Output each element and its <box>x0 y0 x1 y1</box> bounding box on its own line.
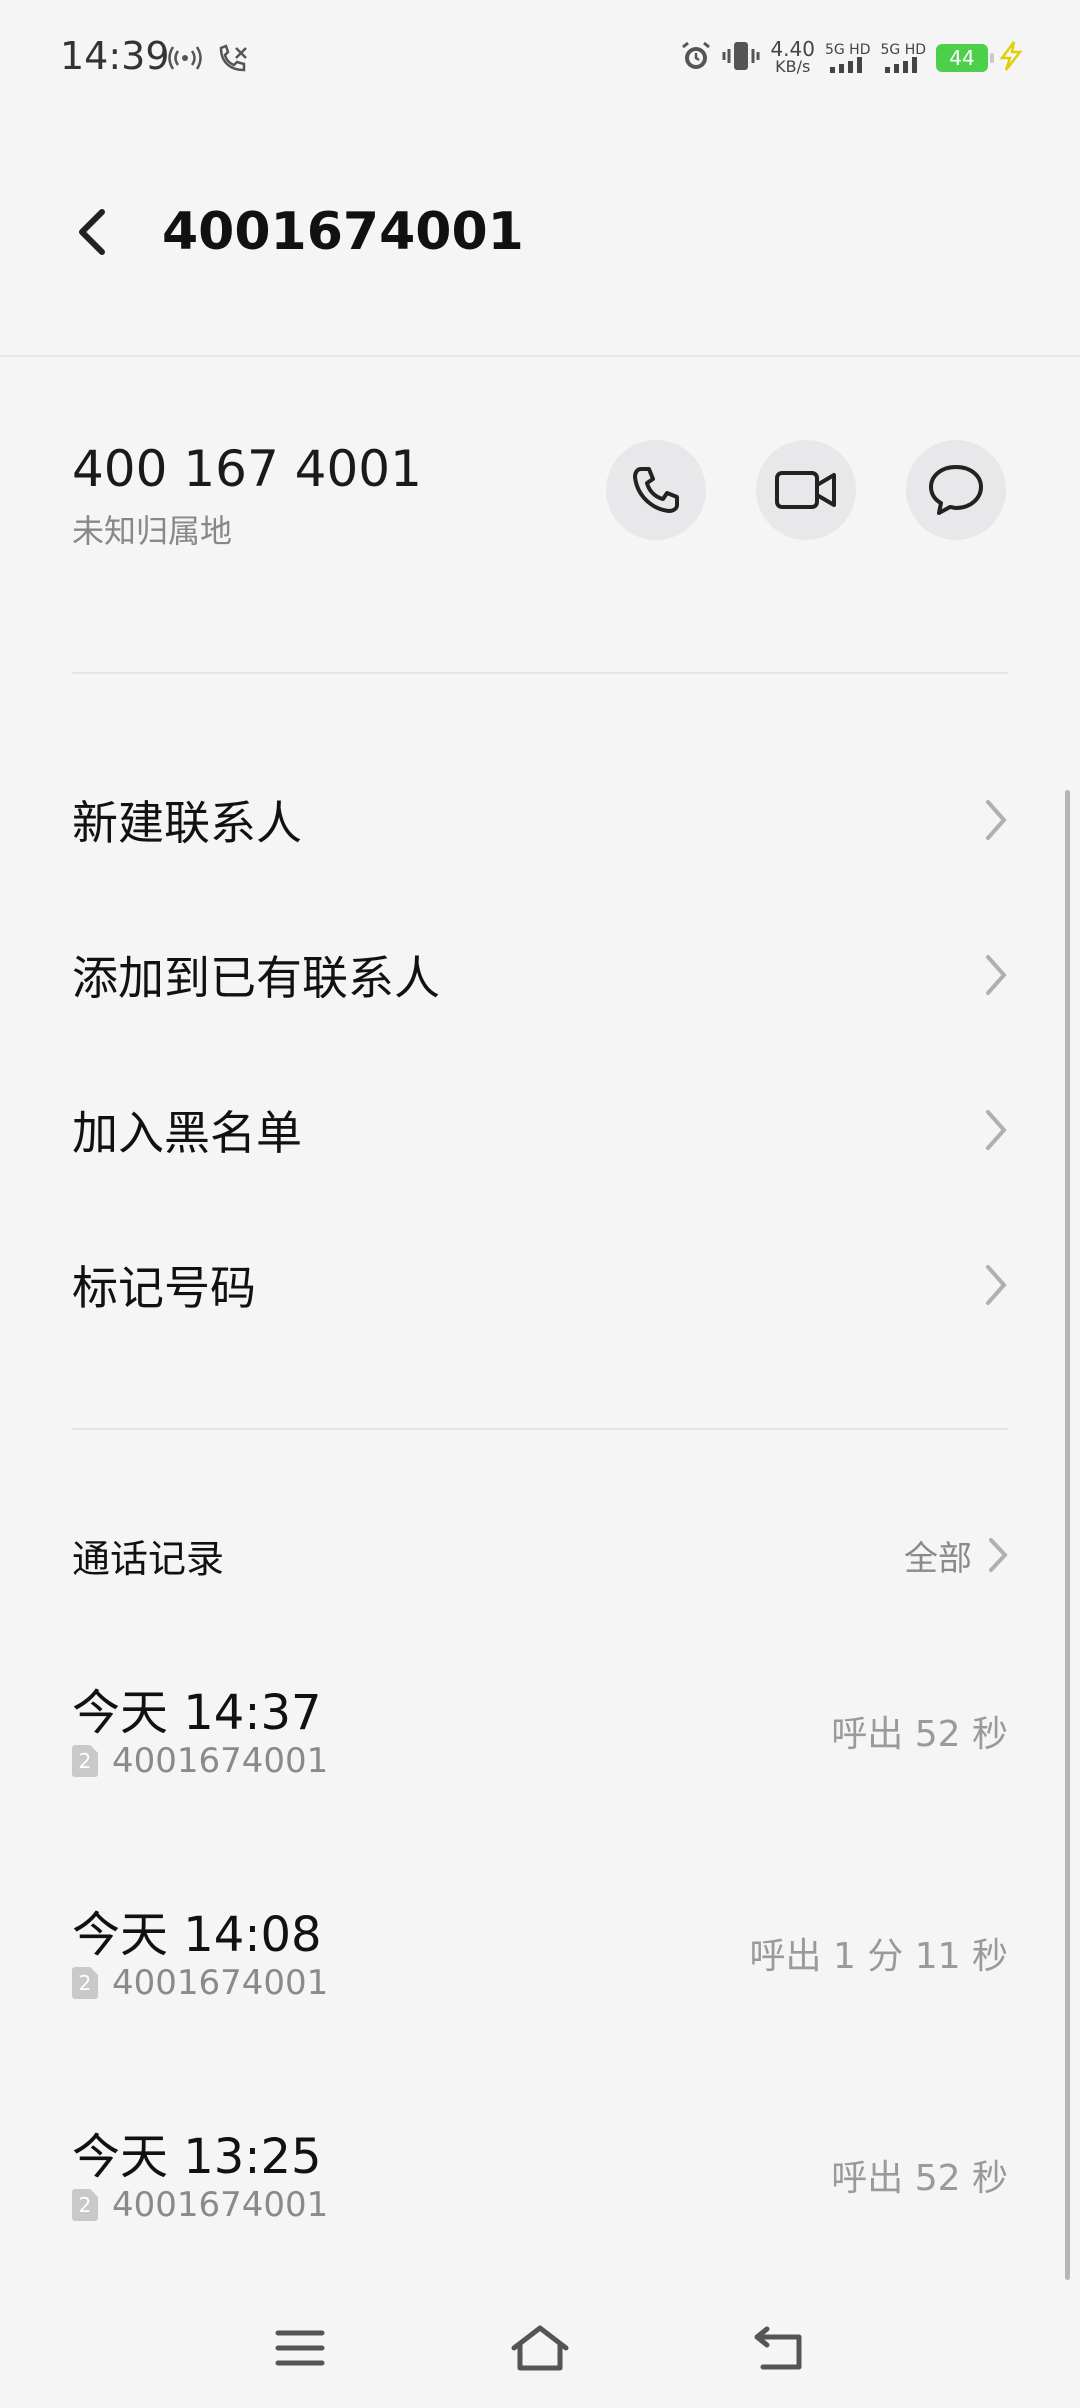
call-log-sub: 2 4001674001 <box>72 2185 328 2225</box>
divider <box>72 672 1008 674</box>
call-log-duration: 呼出 1 分 11 秒 <box>749 1936 1009 1977</box>
call-log-duration: 呼出 52 秒 <box>831 1714 1008 1755</box>
speed-unit: KB/s <box>775 57 811 76</box>
status-left-icons <box>168 44 250 78</box>
call-log-time: 今天 13:25 <box>72 2129 322 2185</box>
option-blacklist[interactable]: 加入黑名单 <box>72 1070 1008 1190</box>
status-right-icons: 4.40 KB/s 5G HD 5G HD 44 <box>680 37 1024 76</box>
call-log-title: 通话记录 <box>72 1536 225 1581</box>
call-log-number: 4001674001 <box>112 1963 329 2003</box>
call-log-time: 今天 14:37 <box>72 1685 322 1741</box>
navigation-bar <box>0 2288 1080 2408</box>
status-time: 14:39 <box>60 34 170 78</box>
video-call-button[interactable] <box>756 440 856 540</box>
call-log-header: 通话记录 全部 <box>72 1525 1008 1585</box>
call-log-duration: 呼出 52 秒 <box>831 2158 1008 2199</box>
option-add-to-existing[interactable]: 添加到已有联系人 <box>72 915 1008 1035</box>
divider <box>72 1428 1008 1430</box>
call-forward-icon <box>216 44 250 78</box>
chevron-right-icon <box>989 1538 1008 1572</box>
call-log-all-button[interactable]: 全部 <box>904 1531 1008 1580</box>
signal-1-icon <box>829 57 862 73</box>
chevron-right-icon <box>986 955 1007 995</box>
call-log-item[interactable]: 今天 14:08 2 4001674001 呼出 1 分 11 秒 <box>72 1895 1008 2025</box>
network-2: 5G HD <box>880 43 926 73</box>
call-log-item[interactable]: 今天 13:25 2 4001674001 呼出 52 秒 <box>72 2117 1008 2247</box>
option-label: 加入黑名单 <box>72 1106 302 1160</box>
home-button[interactable] <box>508 2316 572 2380</box>
sim-2-icon: 2 <box>72 1745 98 1777</box>
call-log-number: 4001674001 <box>112 1741 329 1781</box>
network-1-label: 5G HD <box>824 42 871 58</box>
sim-2-icon: 2 <box>72 1967 98 1999</box>
chevron-right-icon <box>986 1110 1007 1150</box>
recent-apps-button[interactable] <box>268 2316 332 2380</box>
option-new-contact[interactable]: 新建联系人 <box>72 760 1008 880</box>
chat-bubble-icon <box>929 465 983 515</box>
hotspot-icon <box>168 44 202 78</box>
network-2-label: 5G HD <box>880 42 926 58</box>
call-log-sub: 2 4001674001 <box>72 1963 328 2003</box>
status-bar: 14:39 4.40 KB/s 5G HD 5G HD 44 <box>0 0 1080 110</box>
call-log-sub: 2 4001674001 <box>72 1741 328 1781</box>
option-label: 标记号码 <box>72 1261 256 1315</box>
video-camera-icon <box>775 471 836 509</box>
signal-2-icon <box>885 57 918 73</box>
back-arrow-icon <box>79 209 105 255</box>
option-label: 新建联系人 <box>72 796 302 850</box>
call-log-all-label: 全部 <box>904 1538 972 1579</box>
option-mark-number[interactable]: 标记号码 <box>72 1225 1008 1345</box>
network-1: 5G HD <box>824 42 871 73</box>
network-speed: 4.40 KB/s <box>770 37 815 76</box>
header: 4001674001 <box>0 110 1080 357</box>
speed-value: 4.40 <box>770 37 815 61</box>
option-label: 添加到已有联系人 <box>72 951 440 1005</box>
formatted-number: 400 167 4001 <box>72 440 422 498</box>
number-info: 400 167 4001 未知归属地 <box>72 440 1008 570</box>
call-button[interactable] <box>606 440 706 540</box>
charging-icon <box>998 41 1024 75</box>
number-location: 未知归属地 <box>72 512 233 550</box>
message-button[interactable] <box>906 440 1006 540</box>
page-title: 4001674001 <box>162 202 524 262</box>
back-nav-button[interactable] <box>748 2316 812 2380</box>
alarm-icon <box>680 40 712 76</box>
call-log-time: 今天 14:08 <box>72 1907 322 1963</box>
back-button[interactable] <box>64 205 118 259</box>
vibrate-icon <box>722 40 760 76</box>
call-log-number: 4001674001 <box>112 2185 329 2225</box>
scrollbar[interactable] <box>1065 790 1070 2280</box>
call-log-item[interactable]: 今天 14:37 2 4001674001 呼出 52 秒 <box>72 1673 1008 1803</box>
chevron-right-icon <box>986 800 1007 840</box>
back-nav-icon <box>754 2326 802 2370</box>
battery-level: 44 <box>949 46 975 70</box>
home-icon <box>511 2325 569 2371</box>
menu-icon <box>275 2330 325 2366</box>
phone-icon <box>633 467 679 513</box>
sim-2-icon: 2 <box>72 2189 98 2221</box>
chevron-right-icon <box>986 1265 1007 1305</box>
battery-indicator: 44 <box>936 44 994 72</box>
